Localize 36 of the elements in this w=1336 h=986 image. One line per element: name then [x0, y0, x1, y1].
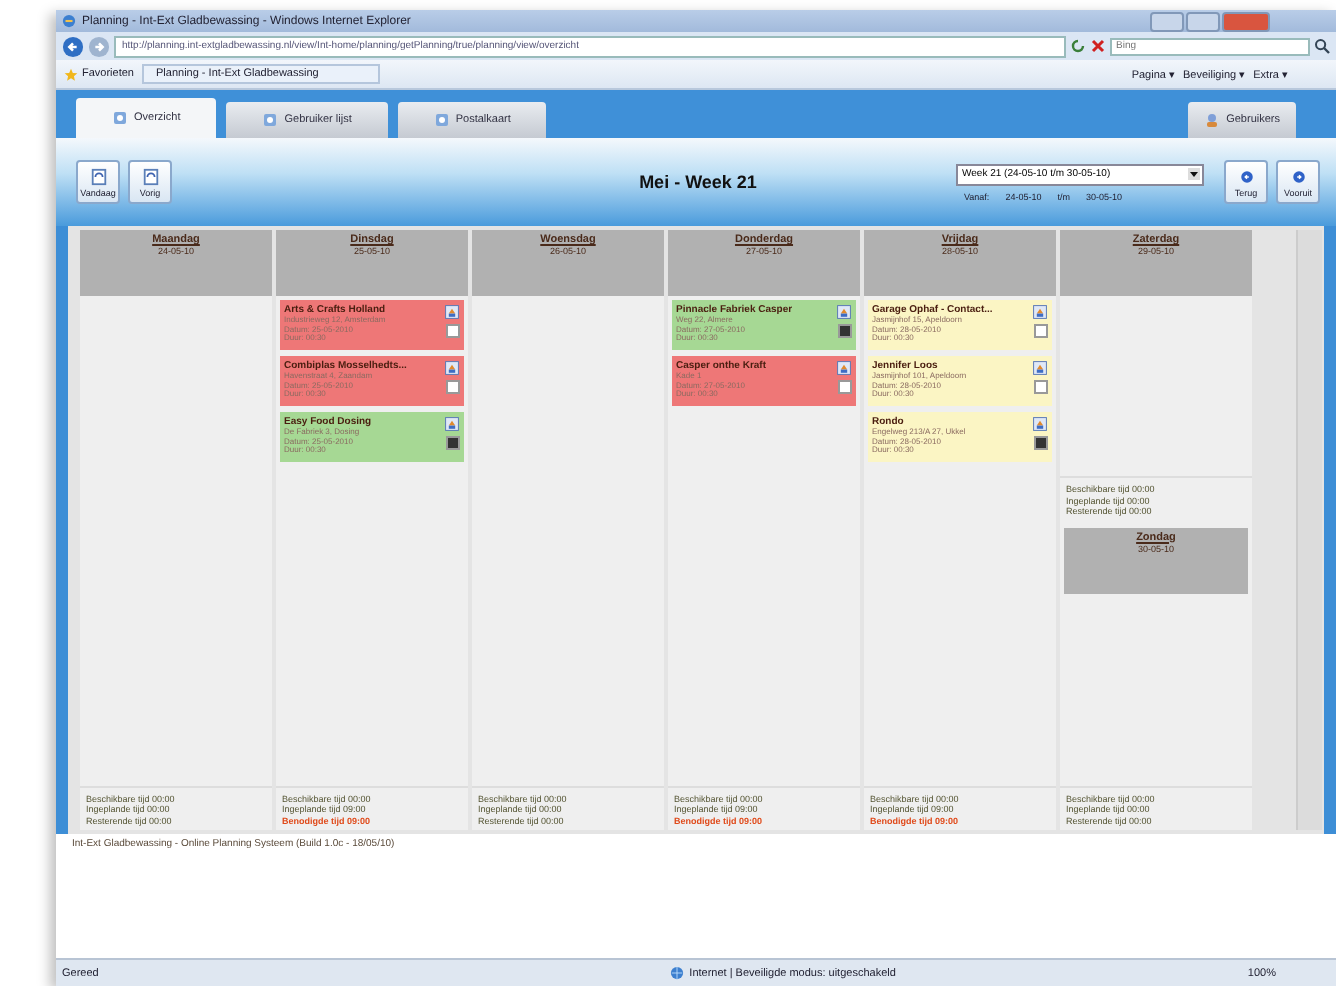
- user-icon: [1204, 112, 1221, 128]
- checkbox[interactable]: [1033, 380, 1047, 394]
- clipboard-icon[interactable]: [444, 304, 460, 320]
- tab-icon: [112, 110, 128, 126]
- clipboard-icon[interactable]: [836, 360, 852, 376]
- tab-icon: [262, 112, 279, 128]
- arrow-icon: [1237, 167, 1255, 185]
- star-icon: [64, 67, 78, 81]
- clipboard-icon[interactable]: [444, 360, 460, 376]
- checkbox[interactable]: [1033, 436, 1047, 450]
- checkbox[interactable]: [445, 324, 459, 338]
- checkbox[interactable]: [1033, 324, 1047, 338]
- checkbox[interactable]: [445, 436, 459, 450]
- arrow-icon: [1289, 167, 1307, 185]
- checkbox[interactable]: [837, 324, 851, 338]
- search-icon[interactable]: [1314, 38, 1330, 54]
- back-icon[interactable]: [62, 35, 84, 57]
- forward-icon[interactable]: [88, 35, 110, 57]
- globe-icon: [669, 966, 684, 980]
- checkbox[interactable]: [837, 380, 851, 394]
- week-title: Mei - Week 21: [637, 172, 759, 192]
- refresh-icon[interactable]: [1070, 38, 1086, 54]
- page-icon: [62, 14, 76, 28]
- clipboard-icon[interactable]: [836, 304, 852, 320]
- clipboard-icon[interactable]: [1032, 416, 1048, 432]
- dropdown-arrow-icon: [1188, 168, 1200, 180]
- clipboard-icon[interactable]: [444, 416, 460, 432]
- tab-icon: [433, 112, 450, 128]
- close-button[interactable]: [1222, 11, 1270, 31]
- stop-icon[interactable]: [1090, 38, 1106, 54]
- clipboard-icon[interactable]: [1032, 360, 1048, 376]
- clipboard-icon[interactable]: [1032, 304, 1048, 320]
- page-icon: [141, 167, 159, 185]
- scrollbar[interactable]: [1296, 230, 1322, 830]
- checkbox[interactable]: [445, 380, 459, 394]
- page-icon: [89, 167, 107, 185]
